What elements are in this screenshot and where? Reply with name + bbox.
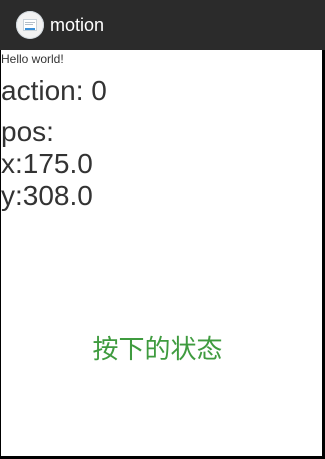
app-notes-icon	[16, 11, 44, 39]
app-title: motion	[50, 15, 105, 35]
device-screen: motion Hello world! action: 0 pos: x:175…	[0, 0, 325, 459]
position-y: y:308.0	[1, 180, 93, 211]
position-block: pos: x:175.0 y:308.0	[1, 116, 93, 212]
icon-line	[25, 24, 33, 25]
content-area[interactable]: Hello world! action: 0 pos: x:175.0 y:30…	[1, 50, 322, 456]
action-bar: motion	[0, 0, 325, 50]
icon-line	[25, 22, 35, 23]
position-x: x:175.0	[1, 148, 93, 179]
action-value: action: 0	[1, 75, 107, 106]
position-label: pos:	[1, 116, 54, 147]
press-state-text: 按下的状态	[92, 335, 223, 365]
hello-text: Hello world!	[1, 52, 64, 66]
icon-line-accent	[25, 28, 35, 30]
